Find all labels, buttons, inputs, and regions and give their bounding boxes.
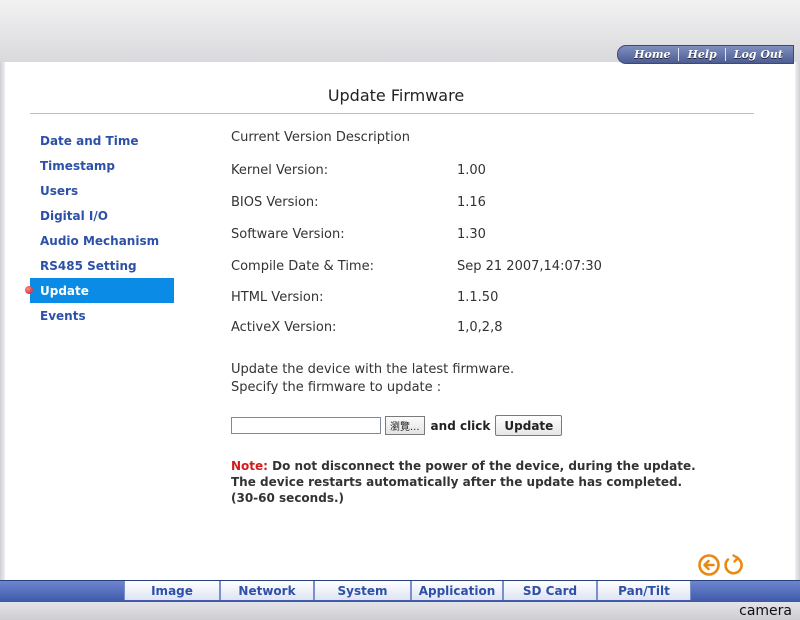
sidebar-item-audio-mechanism[interactable]: Audio Mechanism — [30, 228, 176, 253]
back-arrow-icon[interactable] — [697, 553, 721, 577]
nav-divider — [678, 48, 680, 61]
version-row-compile-date: Compile Date & Time: Sep 21 2007,14:07:3… — [231, 259, 711, 279]
and-click-label: and click — [430, 418, 491, 433]
nav-logout-link[interactable]: Log Out — [728, 48, 789, 61]
page-title: Update Firmware — [327, 86, 465, 105]
note-text: Do not disconnect the power of the devic… — [231, 459, 696, 505]
update-instruction-line: Specify the firmware to update : — [231, 380, 442, 395]
frame-right-border — [795, 62, 800, 580]
sidebar-item-label[interactable]: Events — [30, 309, 86, 323]
footer-brand: camera — [739, 603, 792, 619]
bottom-tabs: Image Network System Application SD Card… — [124, 580, 691, 601]
sidebar-item-label[interactable]: Users — [30, 184, 78, 198]
version-row-software: Software Version: 1.30 — [231, 227, 711, 247]
version-value: Sep 21 2007,14:07:30 — [457, 259, 602, 274]
sidebar-item-label[interactable]: RS485 Setting — [30, 259, 137, 273]
refresh-icon[interactable] — [721, 553, 745, 577]
version-value: 1,0,2,8 — [457, 320, 503, 335]
status-dot-icon — [25, 286, 33, 294]
version-value: 1.00 — [457, 163, 486, 178]
version-value: 1.1.50 — [457, 290, 499, 305]
nav-divider — [724, 48, 726, 61]
frame-left-border — [0, 62, 5, 580]
tab-system[interactable]: System — [314, 581, 411, 600]
version-key: Kernel Version: — [231, 163, 329, 178]
version-value: 1.30 — [457, 227, 486, 242]
update-instruction-line: Update the device with the latest firmwa… — [231, 362, 515, 377]
sidebar-item-update[interactable]: Update — [25, 278, 174, 303]
version-key: ActiveX Version: — [231, 320, 337, 335]
sidebar-item-label[interactable]: Update — [30, 284, 89, 298]
top-nav: Home Help Log Out — [617, 45, 794, 64]
update-instructions: Update the device with the latest firmwa… — [231, 361, 514, 397]
footer: camera — [0, 602, 800, 620]
version-row-bios: BIOS Version: 1.16 — [231, 195, 711, 215]
sidebar-item-users[interactable]: Users — [30, 178, 176, 203]
update-note: Note: Do not disconnect the power of the… — [231, 458, 711, 506]
tab-network[interactable]: Network — [220, 581, 314, 600]
version-heading: Current Version Description — [231, 130, 410, 145]
note-label: Note: — [231, 459, 268, 473]
version-row-html: HTML Version: 1.1.50 — [231, 290, 711, 310]
nav-help-link[interactable]: Help — [681, 48, 722, 61]
sidebar-item-events[interactable]: Events — [30, 303, 176, 328]
sidebar-item-label[interactable]: Digital I/O — [30, 209, 108, 223]
update-button[interactable]: Update — [495, 415, 563, 436]
top-nav-pill: Home Help Log Out — [617, 45, 794, 64]
browse-button[interactable]: 瀏覽... — [385, 416, 425, 435]
tab-application[interactable]: Application — [411, 581, 503, 600]
sidebar-item-label[interactable]: Timestamp — [30, 159, 115, 173]
title-divider — [30, 113, 754, 114]
firmware-file-input[interactable] — [231, 417, 381, 434]
sidebar: Date and Time Timestamp Users Digital I/… — [25, 128, 176, 328]
version-value: 1.16 — [457, 195, 486, 210]
version-key: Compile Date & Time: — [231, 259, 374, 274]
tab-image[interactable]: Image — [124, 581, 220, 600]
version-row-kernel: Kernel Version: 1.00 — [231, 163, 711, 183]
version-info: Current Version Description Kernel Versi… — [231, 130, 602, 335]
tab-pan-tilt[interactable]: Pan/Tilt — [597, 581, 691, 600]
bottom-icons — [697, 553, 745, 577]
sidebar-item-date-and-time[interactable]: Date and Time — [30, 128, 176, 153]
sidebar-item-digital-io[interactable]: Digital I/O — [30, 203, 176, 228]
version-key: Software Version: — [231, 227, 345, 242]
sidebar-item-rs485-setting[interactable]: RS485 Setting — [30, 253, 176, 278]
sidebar-item-label[interactable]: Date and Time — [30, 134, 138, 148]
version-row-activex: ActiveX Version: 1,0,2,8 — [231, 320, 711, 340]
version-key: HTML Version: — [231, 290, 324, 305]
sidebar-item-label[interactable]: Audio Mechanism — [30, 234, 159, 248]
update-form: 瀏覽... and click Update — [231, 415, 563, 436]
version-key: BIOS Version: — [231, 195, 319, 210]
nav-home-link[interactable]: Home — [628, 48, 676, 61]
sidebar-item-timestamp[interactable]: Timestamp — [30, 153, 176, 178]
tab-sd-card[interactable]: SD Card — [503, 581, 597, 600]
